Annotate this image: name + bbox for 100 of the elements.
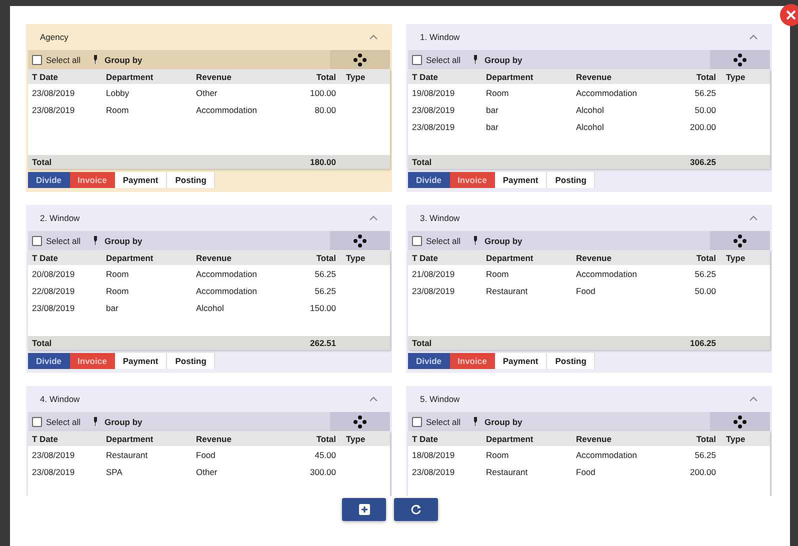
select-all-checkbox[interactable]: Select all	[32, 54, 80, 64]
folio-panel[interactable]: 3. Window Select all Group by T Date Department Revenue Total Type 21/08/2019 Room Accommodation 56.25 23/08/2019 Restaurant Food 50.00 Total 106.25 Divide Invoice Payment Posting	[406, 205, 772, 373]
column-header[interactable]: Total	[676, 72, 716, 82]
checkbox[interactable]	[32, 236, 42, 246]
column-header[interactable]: T Date	[412, 72, 486, 82]
group-by-button[interactable]: Group by	[472, 54, 522, 64]
table-cell-text: Food	[196, 450, 216, 460]
move-handle[interactable]	[330, 412, 390, 431]
select-all-checkbox[interactable]: Select all	[412, 236, 460, 246]
table-cell-text: Accommodation	[576, 268, 638, 278]
group-by-button[interactable]: Group by	[92, 236, 142, 246]
column-header[interactable]: T Date	[32, 434, 106, 444]
table-cell-text: Accommodation	[196, 268, 258, 278]
column-header[interactable]: Revenue	[576, 434, 676, 444]
column-header[interactable]: T Date	[32, 252, 106, 262]
column-header[interactable]: Type	[336, 72, 386, 82]
action-button[interactable]: Payment	[114, 353, 168, 369]
column-header[interactable]: Total	[296, 72, 336, 82]
folio-panel[interactable]: Agency Select all Group by T Date Department Revenue Total Type 23/08/2019 Lobby Other 100.00 23/08/2019 Room Accommodation 80.00 Total 180.00 Divide Invoice Payment Posting	[26, 24, 392, 192]
collapse-caret-icon[interactable]	[369, 215, 378, 221]
select-all-checkbox[interactable]: Select all	[32, 416, 80, 426]
folio-panel[interactable]: 5. Window Select all Group by T Date Department Revenue Total Type 18/08/2019 Room Accommodation 56.25 23/08/2019 Restaurant Food 200.00	[406, 386, 772, 496]
column-header[interactable]: Type	[716, 434, 766, 444]
select-all-checkbox[interactable]: Select all	[412, 54, 460, 64]
collapse-caret-icon[interactable]	[749, 34, 758, 40]
column-header[interactable]: Revenue	[196, 434, 296, 444]
column-header[interactable]: T Date	[32, 72, 106, 82]
group-by-button[interactable]: Group by	[472, 236, 522, 246]
column-header[interactable]: Department	[486, 72, 576, 82]
column-header[interactable]: Department	[106, 252, 196, 262]
pin-icon	[472, 417, 478, 426]
action-button[interactable]: Posting	[547, 353, 596, 369]
column-header[interactable]: Revenue	[576, 72, 676, 82]
pin-icon	[92, 417, 98, 426]
action-button[interactable]: Payment	[494, 353, 548, 369]
column-header[interactable]: Department	[106, 434, 196, 444]
checkbox[interactable]	[412, 416, 422, 426]
table-cell-text: 100.00	[309, 88, 336, 98]
add-button[interactable]	[342, 498, 386, 521]
checkbox[interactable]	[412, 54, 422, 64]
action-button[interactable]: Posting	[167, 353, 216, 369]
action-button[interactable]: Divide	[408, 172, 450, 188]
action-button[interactable]: Payment	[494, 172, 548, 188]
column-header[interactable]: T Date	[412, 434, 486, 444]
folio-panel[interactable]	[26, 205, 392, 373]
collapse-caret-icon[interactable]	[749, 396, 758, 402]
move-icon	[353, 234, 367, 248]
column-header[interactable]: Type	[716, 72, 766, 82]
column-header[interactable]: T Date	[412, 252, 486, 262]
total-value: 180.00	[309, 157, 336, 167]
panel-title: 2. Window	[40, 213, 80, 223]
folio-panel[interactable]	[406, 24, 772, 192]
action-button[interactable]: Payment	[114, 172, 168, 188]
collapse-caret-icon[interactable]	[369, 34, 378, 40]
column-header[interactable]: Department	[106, 72, 196, 82]
action-button[interactable]: Divide	[28, 353, 70, 369]
column-header[interactable]: Total	[676, 434, 716, 444]
column-header[interactable]: Total	[676, 252, 716, 262]
move-icon	[733, 414, 747, 428]
total-value: 262.51	[309, 338, 336, 348]
column-header[interactable]: Revenue	[196, 72, 296, 82]
column-header[interactable]: Total	[296, 252, 336, 262]
column-header[interactable]: Revenue	[196, 252, 296, 262]
column-header[interactable]: Department	[486, 434, 576, 444]
collapse-caret-icon[interactable]	[369, 396, 378, 402]
move-handle[interactable]	[330, 231, 390, 250]
select-all-checkbox[interactable]: Select all	[412, 416, 460, 426]
group-by-button[interactable]: Group by	[472, 416, 522, 426]
folio-panel[interactable]: 4. Window Select all Group by T Date Department Revenue Total Type 23/08/2019 Restaurant Food 45.00 23/08/2019 SPA Other 300.00	[26, 386, 392, 496]
action-button[interactable]: Divide	[408, 353, 450, 369]
column-header[interactable]: Type	[336, 252, 386, 262]
close-button[interactable]	[780, 4, 798, 26]
column-header[interactable]: Type	[336, 434, 386, 444]
select-all-checkbox[interactable]: Select all	[32, 236, 80, 246]
panel-title: 5. Window	[420, 394, 460, 404]
checkbox[interactable]	[32, 416, 42, 426]
checkbox[interactable]	[412, 236, 422, 246]
collapse-caret-icon[interactable]	[749, 215, 758, 221]
action-button[interactable]: Posting	[547, 172, 596, 188]
move-icon	[733, 234, 747, 248]
total-label: Total	[412, 338, 433, 348]
checkbox[interactable]	[32, 54, 42, 64]
table-cell-text: Lobby	[106, 88, 130, 98]
group-by-button[interactable]: Group by	[92, 54, 142, 64]
column-header[interactable]: Revenue	[576, 252, 676, 262]
column-header[interactable]: Type	[716, 252, 766, 262]
move-handle[interactable]	[710, 231, 770, 250]
column-header[interactable]: Total	[296, 434, 336, 444]
refresh-button[interactable]	[394, 498, 438, 521]
table-cell-text: Other	[196, 88, 218, 98]
total-label: Total	[32, 338, 53, 348]
table-cell-text: 22/08/2019	[32, 286, 76, 296]
move-handle[interactable]	[710, 412, 770, 431]
move-handle[interactable]	[710, 50, 770, 69]
move-handle[interactable]	[330, 50, 390, 69]
action-button[interactable]: Posting	[167, 172, 216, 188]
group-by-button[interactable]: Group by	[92, 416, 142, 426]
move-icon	[353, 414, 367, 428]
column-header[interactable]: Department	[486, 252, 576, 262]
action-button[interactable]: Divide	[28, 172, 70, 188]
